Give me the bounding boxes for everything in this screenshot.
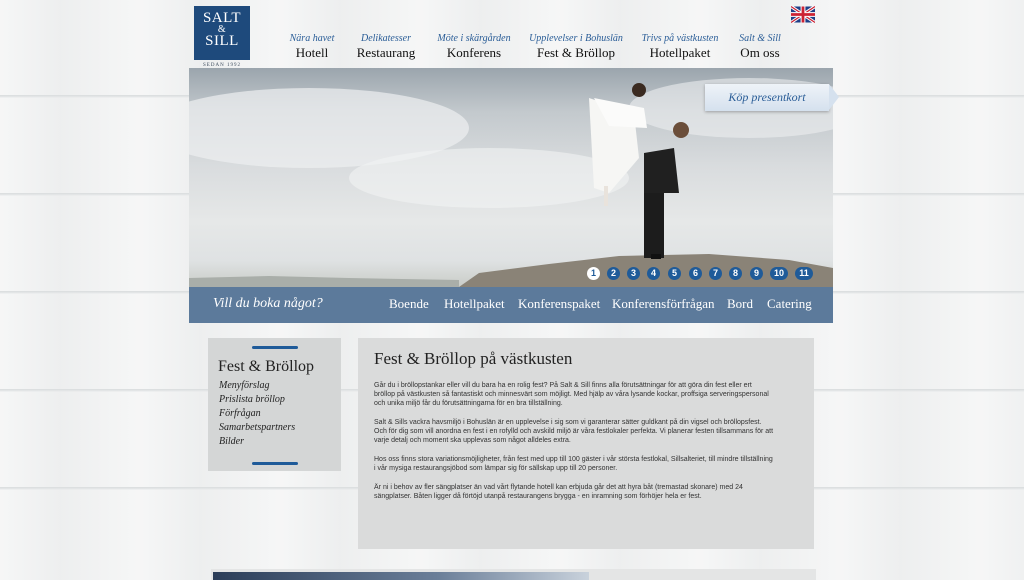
slide-dot[interactable]: 1 xyxy=(587,267,600,280)
nav-sub: Upplevelser i Bohuslän xyxy=(529,33,623,44)
divider xyxy=(252,462,298,465)
nav-main: Fest & Bröllop xyxy=(536,45,615,60)
booking-link-hotellpaket[interactable]: Hotellpaket xyxy=(444,296,505,312)
article-body: Går du i bröllopstankar eller vill du ba… xyxy=(374,381,774,511)
page-title: Fest & Bröllop på västkusten xyxy=(374,349,573,368)
nav-konferens[interactable]: Möte i skärgården Konferens xyxy=(437,33,510,61)
slide-dot[interactable]: 3 xyxy=(627,267,640,280)
nav-sub: Delikatesser xyxy=(360,33,411,44)
slide-dot[interactable]: 5 xyxy=(668,267,681,280)
sidebar-item-menyforslag[interactable]: Menyförslag xyxy=(219,379,295,393)
nav-hotellpaket[interactable]: Trivs på västkusten Hotellpaket xyxy=(642,33,719,61)
main-content: Fest & Bröllop på västkusten Går du i br… xyxy=(358,338,814,549)
slide-dot[interactable]: 4 xyxy=(647,267,660,280)
booking-link-konferensforfragan[interactable]: Konferensförfrågan xyxy=(612,296,715,312)
nav-hotell[interactable]: Nära havet Hotell xyxy=(290,33,335,61)
nav-main: Konferens xyxy=(446,45,502,60)
booking-link-konferenspaket[interactable]: Konferenspaket xyxy=(518,296,600,312)
nav-main: Restaurang xyxy=(356,45,416,60)
booking-title: Vill du boka något? xyxy=(213,296,323,311)
nav-sub: Trivs på västkusten xyxy=(641,33,719,44)
booking-link-boende[interactable]: Boende xyxy=(389,296,429,312)
booking-bar: Vill du boka något? Boende Hotellpaket K… xyxy=(189,287,833,323)
slide-dot[interactable]: 7 xyxy=(709,267,722,280)
nav-main: Hotellpaket xyxy=(649,45,711,60)
uk-flag-icon[interactable] xyxy=(791,6,815,23)
nav-main: Om oss xyxy=(740,45,780,60)
salt-sill-logo[interactable]: SALT & SILL SEDAN 1992 xyxy=(194,6,250,68)
sidebar-item-prislista[interactable]: Prislista bröllop xyxy=(219,393,295,407)
slide-dot[interactable]: 11 xyxy=(795,267,813,280)
nav-sub: Nära havet xyxy=(289,33,335,44)
paragraph: Hos oss finns stora variationsmöjlighete… xyxy=(374,456,773,472)
nav-fest-brollop[interactable]: Upplevelser i Bohuslän Fest & Bröllop xyxy=(529,33,623,61)
slide-dot[interactable]: 6 xyxy=(689,267,702,280)
paragraph: Är ni i behov av fler sängplatser än vad… xyxy=(374,484,743,500)
booking-link-bord[interactable]: Bord xyxy=(727,296,753,312)
buy-gift-card-button[interactable]: Köp presentkort xyxy=(705,84,839,111)
sidebar-item-forfragan[interactable]: Förfrågan xyxy=(219,407,295,421)
slide-dot[interactable]: 8 xyxy=(729,267,742,280)
sidebar-item-samarbetspartners[interactable]: Samarbetspartners xyxy=(219,421,295,435)
nav-om-oss[interactable]: Salt & Sill Om oss xyxy=(739,33,781,61)
paragraph: Salt & Sills vackra havsmiljö i Bohuslän… xyxy=(374,419,774,444)
section-sidebar: Fest & Bröllop Menyförslag Prislista brö… xyxy=(208,338,341,471)
sidebar-title: Fest & Bröllop xyxy=(218,358,315,375)
footer-image xyxy=(213,572,589,580)
nav-sub: Salt & Sill xyxy=(739,33,781,44)
logo-line2: SILL xyxy=(205,33,239,49)
paragraph: Går du i bröllopstankar eller vill du ba… xyxy=(374,382,769,407)
slide-dot[interactable]: 10 xyxy=(770,267,788,280)
slide-dot[interactable]: 2 xyxy=(607,267,620,280)
nav-restaurang[interactable]: Delikatesser Restaurang xyxy=(357,33,415,61)
nav-main: Hotell xyxy=(295,45,329,60)
nav-sub: Möte i skärgården xyxy=(437,33,511,44)
sidebar-item-bilder[interactable]: Bilder xyxy=(219,435,295,449)
slide-dot[interactable]: 9 xyxy=(750,267,763,280)
booking-link-catering[interactable]: Catering xyxy=(767,296,812,312)
divider xyxy=(252,346,298,349)
